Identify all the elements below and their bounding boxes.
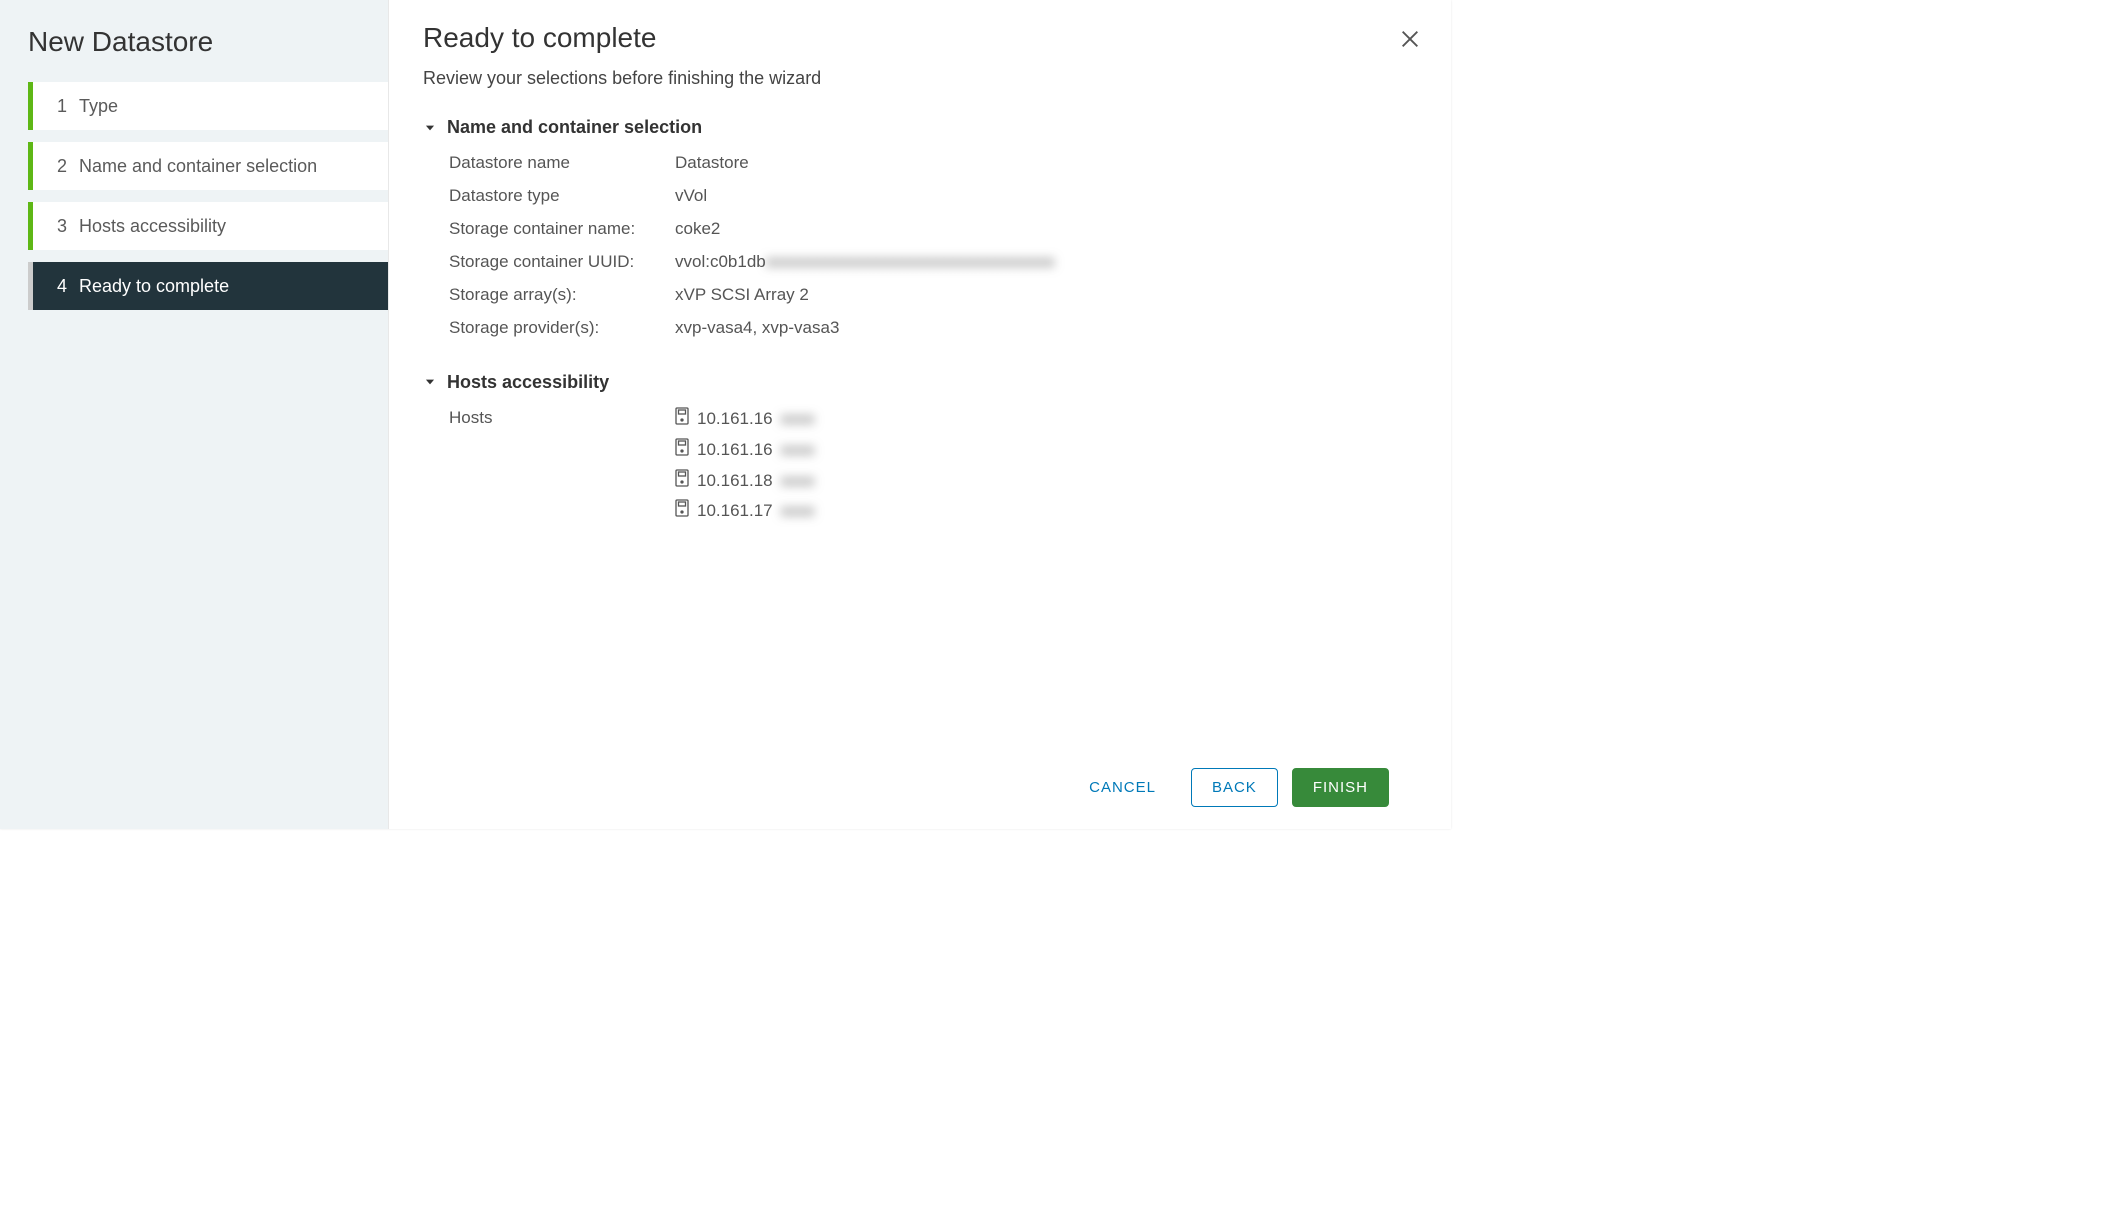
label: Storage array(s): [449, 284, 675, 307]
host-ip: 10.161.17 [697, 500, 773, 523]
host-ip: 10.161.16 [697, 439, 773, 462]
host-icon [675, 438, 689, 463]
wizard-footer: CANCEL BACK FINISH [423, 749, 1417, 829]
value: vVol [675, 185, 707, 208]
finish-button[interactable]: FINISH [1292, 768, 1389, 807]
back-button[interactable]: BACK [1191, 768, 1278, 807]
host-icon [675, 499, 689, 524]
step-number: 2 [57, 156, 79, 177]
label: Datastore type [449, 185, 675, 208]
wizard-dialog: New Datastore 1 Type 2 Name and containe… [0, 0, 1451, 829]
wizard-steps: 1 Type 2 Name and container selection 3 … [0, 82, 388, 310]
wizard-title: New Datastore [0, 26, 388, 82]
step-number: 3 [57, 216, 79, 237]
chevron-down-icon [423, 375, 437, 389]
label: Storage container UUID: [449, 251, 675, 274]
host-item: 10.161.16 xxxx [675, 438, 815, 463]
value: Datastore [675, 152, 749, 175]
row-storage-arrays: Storage array(s): xVP SCSI Array 2 [423, 284, 1417, 307]
section-title: Name and container selection [447, 117, 702, 138]
step-hosts-accessibility[interactable]: 3 Hosts accessibility [28, 202, 388, 250]
host-masked: xxxx [781, 439, 815, 462]
wizard-main-panel: Ready to complete Review your selections… [389, 0, 1451, 829]
label: Storage container name: [449, 218, 675, 241]
section-title: Hosts accessibility [447, 372, 609, 393]
row-datastore-name: Datastore name Datastore [423, 152, 1417, 175]
close-button[interactable] [1399, 28, 1421, 55]
uuid-masked: xxxxxxxxxxxxxxxxxxxxxxxxxxxxxxxxxx [766, 252, 1055, 271]
step-ready-complete[interactable]: 4 Ready to complete [28, 262, 388, 310]
chevron-down-icon [423, 121, 437, 135]
uuid-prefix: vvol:c0b1db [675, 252, 766, 271]
wizard-sidebar: New Datastore 1 Type 2 Name and containe… [0, 0, 389, 829]
host-masked: xxxx [781, 500, 815, 523]
step-label: Name and container selection [79, 156, 317, 177]
value: coke2 [675, 218, 720, 241]
value: xVP SCSI Array 2 [675, 284, 809, 307]
host-ip: 10.161.18 [697, 470, 773, 493]
value: xvp-vasa4, xvp-vasa3 [675, 317, 839, 340]
step-name-container[interactable]: 2 Name and container selection [28, 142, 388, 190]
host-item: 10.161.18 xxxx [675, 469, 815, 494]
cancel-button[interactable]: CANCEL [1068, 768, 1177, 807]
host-item: 10.161.17 xxxx [675, 499, 815, 524]
value: vvol:c0b1dbxxxxxxxxxxxxxxxxxxxxxxxxxxxxx… [675, 251, 1055, 274]
row-storage-providers: Storage provider(s): xvp-vasa4, xvp-vasa… [423, 317, 1417, 340]
step-label: Hosts accessibility [79, 216, 226, 237]
row-datastore-type: Datastore type vVol [423, 185, 1417, 208]
host-masked: xxxx [781, 470, 815, 493]
summary-content: Name and container selection Datastore n… [423, 117, 1417, 749]
row-container-uuid: Storage container UUID: vvol:c0b1dbxxxxx… [423, 251, 1417, 274]
label: Datastore name [449, 152, 675, 175]
host-icon [675, 469, 689, 494]
section-hosts-header[interactable]: Hosts accessibility [423, 372, 1417, 393]
label: Hosts [449, 407, 675, 531]
step-label: Ready to complete [79, 276, 229, 297]
section-name-container-header[interactable]: Name and container selection [423, 117, 1417, 138]
step-label: Type [79, 96, 118, 117]
row-container-name: Storage container name: coke2 [423, 218, 1417, 241]
host-icon [675, 407, 689, 432]
step-number: 4 [57, 276, 79, 297]
host-ip: 10.161.16 [697, 408, 773, 431]
page-subtitle: Review your selections before finishing … [423, 68, 1417, 89]
host-masked: xxxx [781, 408, 815, 431]
page-title: Ready to complete [423, 22, 1417, 54]
step-type[interactable]: 1 Type [28, 82, 388, 130]
host-item: 10.161.16 xxxx [675, 407, 815, 432]
close-icon [1399, 37, 1421, 54]
hosts-list: 10.161.16 xxxx 10.161.16 xxxx 10.161.18 xxx… [675, 407, 815, 531]
label: Storage provider(s): [449, 317, 675, 340]
row-hosts: Hosts 10.161.16 xxxx 10.161.16 xxxx 10.161… [423, 407, 1417, 531]
step-number: 1 [57, 96, 79, 117]
